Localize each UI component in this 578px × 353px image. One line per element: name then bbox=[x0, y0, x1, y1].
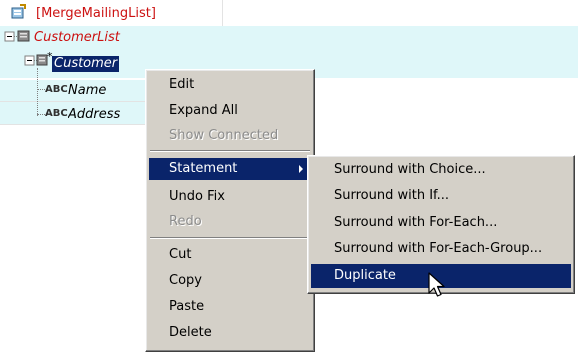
submenu-item-surround-for-each[interactable]: Surround with For-Each... bbox=[311, 212, 571, 234]
menu-item-copy[interactable]: Copy bbox=[149, 270, 311, 292]
tree-connector bbox=[37, 89, 45, 91]
tree-node-address[interactable]: Address bbox=[68, 107, 148, 123]
tree-node-customerlist[interactable]: CustomerList bbox=[34, 30, 120, 46]
tree-root-label[interactable]: [MergeMailingList] bbox=[36, 6, 156, 22]
menu-item-statement[interactable]: Statement bbox=[149, 158, 311, 180]
menu-item-delete[interactable]: Delete bbox=[149, 322, 311, 344]
tree-editor-canvas: [MergeMailingList] CustomerList * Custom… bbox=[0, 0, 578, 353]
collapse-toggle-icon[interactable] bbox=[24, 53, 48, 69]
menu-item-undo-fix[interactable]: Undo Fix bbox=[149, 186, 311, 208]
merge-list-icon bbox=[11, 4, 26, 19]
text-field-icon: ABC bbox=[45, 84, 68, 95]
menu-separator bbox=[150, 150, 310, 152]
menu-item-redo[interactable]: Redo bbox=[149, 211, 311, 233]
submenu-item-surround-if[interactable]: Surround with If... bbox=[311, 185, 571, 207]
submenu-item-surround-for-each-group[interactable]: Surround with For-Each-Group... bbox=[311, 238, 571, 260]
text-field-icon: ABC bbox=[45, 108, 68, 119]
tree-node-customer[interactable]: Customer bbox=[52, 56, 120, 72]
tree-connector bbox=[37, 114, 45, 116]
submenu-arrow-icon bbox=[299, 165, 303, 173]
column-divider bbox=[222, 0, 223, 26]
context-menu: Edit Expand All Show Connected Statement… bbox=[145, 69, 315, 352]
menu-item-expand-all[interactable]: Expand All bbox=[149, 100, 311, 122]
menu-separator bbox=[150, 237, 310, 239]
menu-item-cut[interactable]: Cut bbox=[149, 244, 311, 266]
mouse-cursor-icon bbox=[428, 272, 445, 297]
menu-item-show-connected[interactable]: Show Connected bbox=[149, 125, 311, 147]
tree-node-name[interactable]: Name bbox=[68, 83, 106, 99]
submenu-item-surround-choice[interactable]: Surround with Choice... bbox=[311, 159, 571, 181]
tree-connector bbox=[37, 68, 39, 116]
collapse-toggle-icon[interactable] bbox=[4, 29, 30, 45]
menu-item-paste[interactable]: Paste bbox=[149, 296, 311, 318]
menu-item-statement-label: Statement bbox=[169, 161, 238, 176]
menu-item-edit[interactable]: Edit bbox=[149, 74, 311, 96]
